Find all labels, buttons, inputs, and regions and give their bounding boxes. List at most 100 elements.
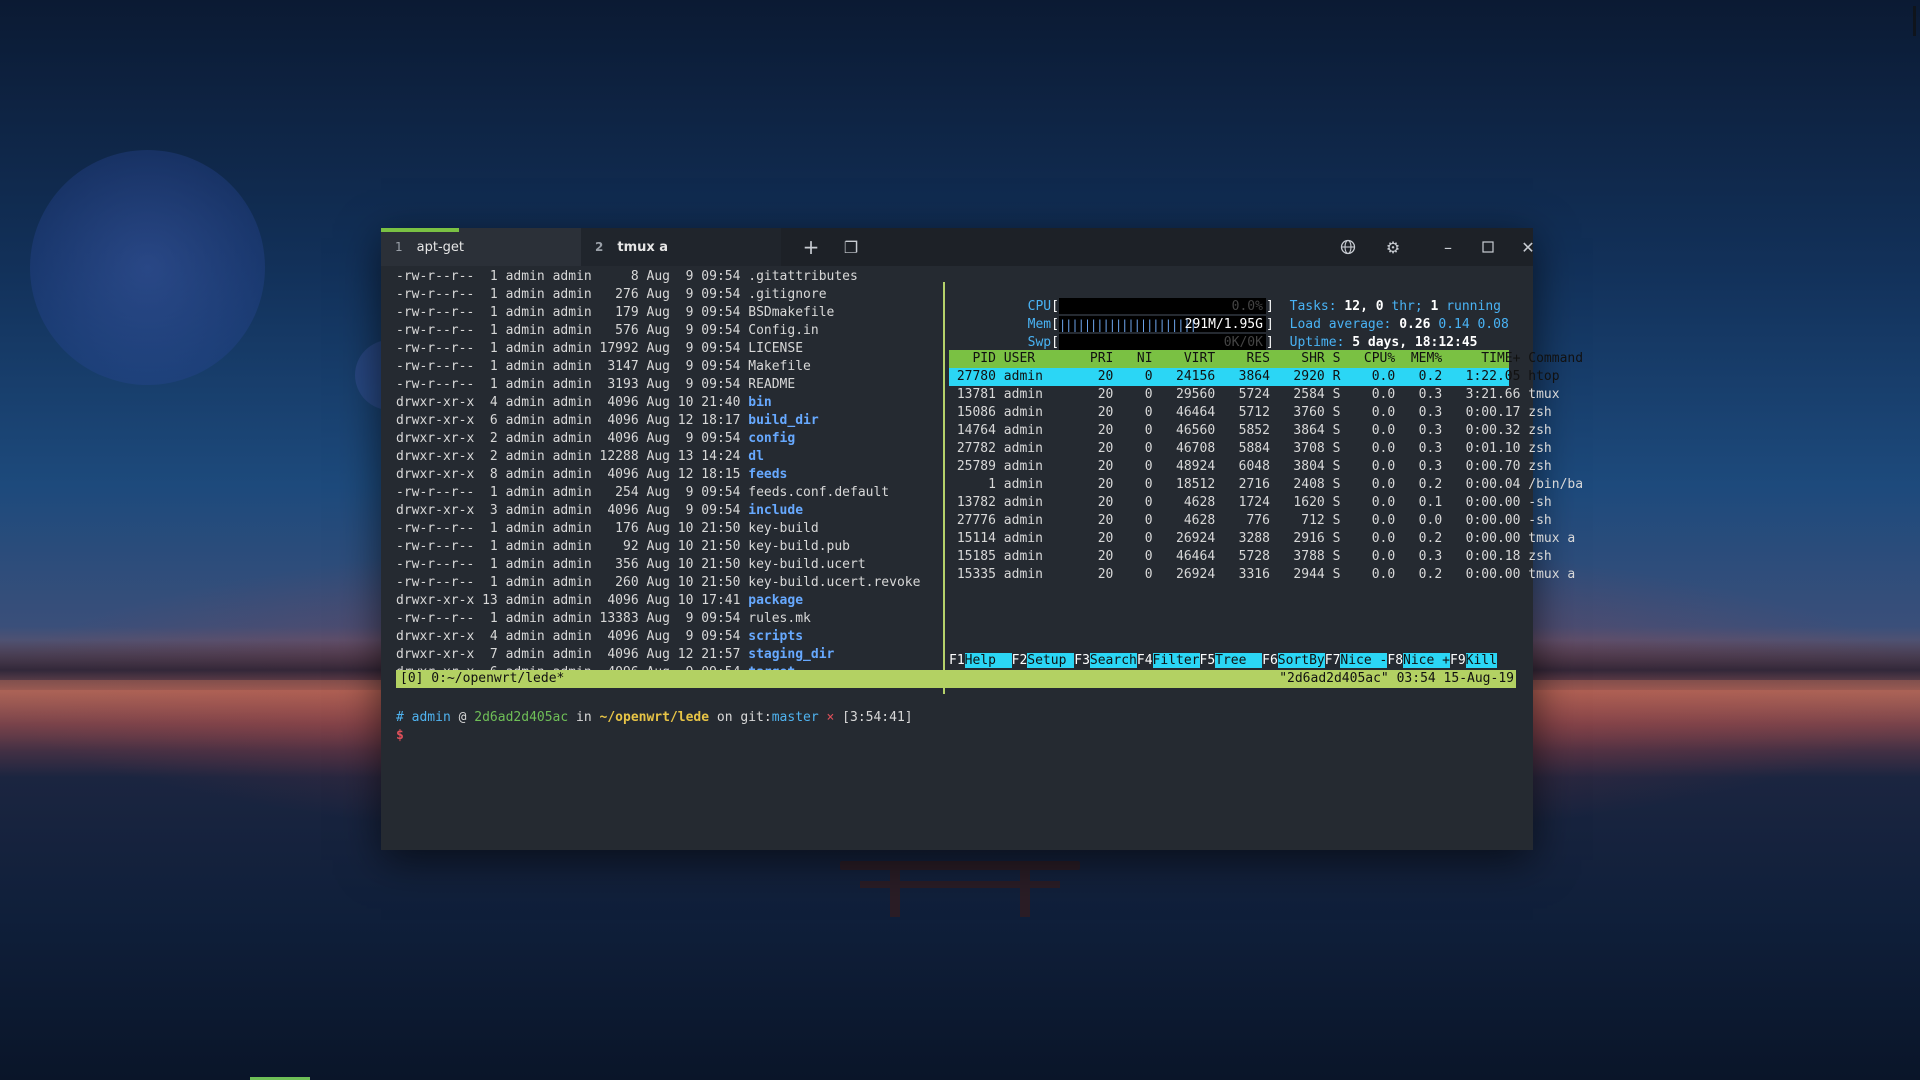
column-header[interactable]: MEM% [1403,351,1450,366]
process-pri: 20 [1066,387,1122,402]
minimize-icon[interactable]: – [1433,228,1463,266]
file-owner: admin [505,413,545,428]
file-size: 12288 [599,449,639,464]
column-header[interactable]: SHR [1278,351,1333,366]
file-size: 260 [599,575,639,590]
process-row[interactable]: 13781 admin 20 0 29560 5724 2584 S 0.0 0… [949,386,1560,404]
process-row[interactable]: 13782 admin 20 0 4628 1724 1620 S 0.0 0.… [949,494,1552,512]
file-name: .gitattributes [748,269,858,284]
process-row[interactable]: 27776 admin 20 0 4628 776 712 S 0.0 0.0 … [949,512,1552,530]
column-header[interactable]: USER [1004,351,1067,366]
column-header[interactable]: VIRT [1160,351,1223,366]
column-header[interactable]: Command [1528,351,1598,366]
fkey-label[interactable]: Nice - [1340,653,1388,668]
file-owner: admin [505,539,545,554]
process-row[interactable]: 27782 admin 20 0 46708 5884 3708 S 0.0 0… [949,440,1552,458]
terminal-content[interactable]: -rw-r--r-- 1 admin admin 8 Aug 9 09:54 .… [381,266,1583,850]
tmux-window-list[interactable]: [0] 0:~/openwrt/lede* [400,670,564,688]
fkey-label[interactable]: Kill [1465,653,1497,668]
file-size: 356 [599,557,639,572]
process-mem: 0.3 [1403,405,1450,420]
fkey-label[interactable]: Help [964,653,1012,668]
shell-pane[interactable]: -rw-r--r-- 1 admin admin 8 Aug 9 09:54 .… [396,266,956,766]
file-permissions: -rw-r--r-- [396,269,475,284]
column-header[interactable]: NI [1121,351,1160,366]
gear-icon[interactable]: ⚙ [1378,228,1408,266]
file-size: 13383 [599,611,639,626]
close-icon[interactable]: ✕ [1513,228,1543,266]
fkey-f1[interactable]: F1 [949,653,965,668]
tab-list-icon[interactable]: ❐ [836,228,866,266]
process-row[interactable]: 25789 admin 20 0 48924 6048 3804 S 0.0 0… [949,458,1552,476]
link-count: 4 [482,395,498,410]
fkey-label[interactable]: Setup [1027,653,1075,668]
prompt-input-line[interactable]: $ [396,727,404,745]
process-s: R [1332,369,1357,384]
process-s: S [1332,441,1357,456]
tmux-status-right: "2d6ad2d405ac" 03:54 15-Aug-19 [1279,671,1514,686]
fkey-label[interactable]: Nice + [1403,653,1450,668]
process-ni: 0 [1121,531,1161,546]
process-row[interactable]: 1 admin 20 0 18512 2716 2408 S 0.0 0.2 0… [949,476,1583,494]
column-header[interactable]: PRI [1066,351,1121,366]
fkey-f4[interactable]: F4 [1137,653,1153,668]
file-size: 176 [599,521,639,536]
new-tab-icon[interactable]: + [796,228,826,266]
column-header[interactable]: TIME+ [1450,351,1528,366]
wallpaper-torii [840,855,1080,917]
process-row[interactable]: 14764 admin 20 0 46560 5852 3864 S 0.0 0… [949,422,1552,440]
active-tab-indicator [381,228,459,232]
fkey-f9[interactable]: F9 [1450,653,1466,668]
process-shr: 3864 [1277,423,1333,438]
column-header[interactable]: RES [1223,351,1278,366]
process-cpu: 0.0 [1356,369,1404,384]
fkey-f2[interactable]: F2 [1012,653,1028,668]
pane-divider[interactable] [943,282,945,694]
fkey-f3[interactable]: F3 [1074,653,1090,668]
fkey-f8[interactable]: F8 [1387,653,1403,668]
column-header[interactable]: CPU% [1356,351,1403,366]
fkey-f5[interactable]: F5 [1200,653,1216,668]
file-date: Aug 10 17:41 [646,593,741,608]
fkey-label[interactable]: Tree [1215,653,1263,668]
process-row[interactable]: 15335 admin 20 0 26924 3316 2944 S 0.0 0… [949,566,1575,584]
file-date: Aug 9 09:54 [646,359,741,374]
fkey-f7[interactable]: F7 [1325,653,1341,668]
process-shr: 712 [1277,513,1333,528]
fkey-f6[interactable]: F6 [1262,653,1278,668]
htop-pane[interactable]: CPU[0.0%] Mem[|||||||||||||||||||||| 291M… [947,266,1583,766]
process-user: admin [1003,423,1067,438]
htop-header-row[interactable]: PID USER PRI NI VIRT RES SHR S CPU% MEM%… [949,350,1583,368]
fkey-label[interactable]: Filter [1152,653,1200,668]
file-size: 254 [599,485,639,500]
process-res: 6048 [1222,459,1278,474]
process-row[interactable]: 15114 admin 20 0 26924 3288 2916 S 0.0 0… [949,530,1575,548]
tab-apt-get[interactable]: 1 apt-get [381,228,581,266]
process-cpu: 0.0 [1356,549,1404,564]
process-virt: 26924 [1160,567,1223,582]
globe-icon[interactable] [1333,228,1363,266]
tab-tmux-a[interactable]: 2 tmux a [581,228,781,266]
maximize-icon[interactable] [1473,228,1503,266]
file-group: admin [552,323,592,338]
link-count: 1 [482,269,498,284]
file-owner: admin [505,629,545,644]
process-user: admin [1003,477,1067,492]
process-virt: 29560 [1160,387,1223,402]
fkey-label[interactable]: Search [1089,653,1137,668]
process-row[interactable]: 15185 admin 20 0 46464 5728 3788 S 0.0 0… [949,548,1552,566]
column-header[interactable]: PID [949,351,1004,366]
file-size: 4096 [599,629,639,644]
prompt-hash: # [396,710,404,725]
file-size: 179 [599,305,639,320]
process-user: admin [1003,567,1067,582]
process-row[interactable]: 15086 admin 20 0 46464 5712 3760 S 0.0 0… [949,404,1552,422]
file-group: admin [552,467,592,482]
prompt-at: @ [458,710,467,725]
process-row[interactable]: 27780 admin 20 0 24156 3864 2920 R 0.0 0… [949,368,1560,386]
fkey-label[interactable]: SortBy [1277,653,1325,668]
tab-number: 1 [395,240,403,254]
process-cmd: tmux [1528,387,1599,402]
link-count: 4 [482,629,498,644]
column-header[interactable]: S [1333,351,1356,366]
